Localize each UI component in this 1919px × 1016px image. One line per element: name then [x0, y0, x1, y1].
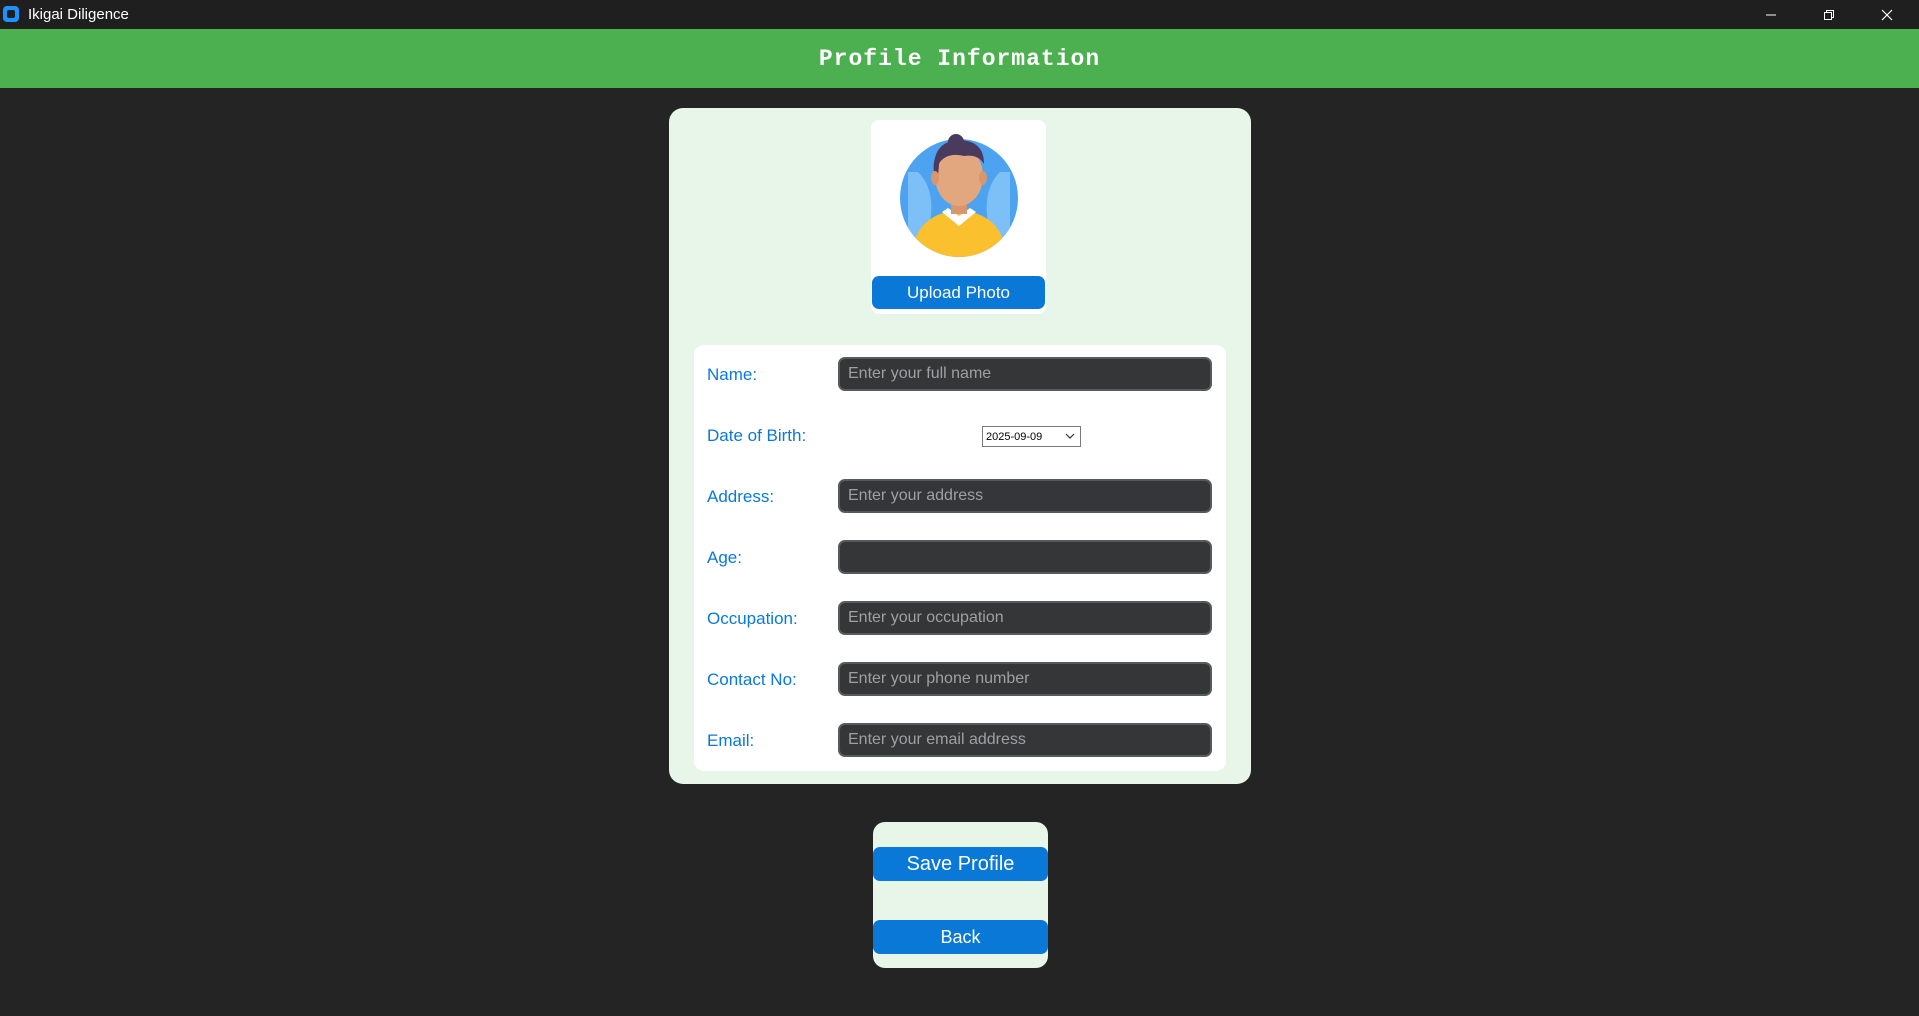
restore-icon	[1824, 9, 1834, 20]
age-label: Age:	[707, 548, 742, 567]
chevron-down-icon	[1065, 433, 1075, 439]
upload-photo-button[interactable]: Upload Photo	[872, 276, 1045, 309]
name-label: Name:	[707, 365, 758, 384]
photo-panel: Upload Photo	[871, 120, 1046, 314]
page-title: Profile Information	[818, 45, 1101, 72]
app-icon	[3, 6, 19, 22]
profile-form: Name: Date of Birth: 2025-09-09 Address:…	[694, 345, 1226, 771]
contact-field[interactable]	[838, 662, 1212, 696]
page-header: Profile Information	[0, 29, 1919, 88]
restore-button[interactable]	[1800, 0, 1858, 29]
dob-value: 2025-09-09	[986, 430, 1043, 443]
save-profile-button[interactable]: Save Profile	[873, 847, 1048, 881]
window-title: Ikigai Diligence	[28, 6, 129, 23]
address-label: Address:	[707, 487, 775, 506]
occupation-field[interactable]	[838, 601, 1212, 635]
back-button[interactable]: Back	[873, 920, 1048, 954]
close-icon	[1881, 9, 1893, 20]
minimize-button[interactable]	[1742, 0, 1800, 29]
address-field[interactable]	[838, 479, 1212, 513]
age-field[interactable]	[838, 540, 1212, 574]
action-panel: Save Profile Back	[873, 822, 1048, 968]
person-avatar-icon	[900, 134, 1018, 257]
email-field[interactable]	[838, 723, 1212, 757]
minimize-icon	[1766, 14, 1776, 15]
email-label: Email:	[707, 731, 755, 750]
dob-label: Date of Birth:	[707, 426, 807, 445]
close-button[interactable]	[1858, 0, 1916, 29]
contact-label: Contact No:	[707, 670, 797, 689]
occupation-label: Occupation:	[707, 609, 798, 628]
name-field[interactable]	[838, 357, 1212, 391]
window-titlebar: Ikigai Diligence	[0, 0, 1919, 29]
profile-card: Upload Photo Name: Date of Birth: 2025-0…	[669, 108, 1251, 784]
dob-date-picker[interactable]: 2025-09-09	[982, 426, 1081, 447]
